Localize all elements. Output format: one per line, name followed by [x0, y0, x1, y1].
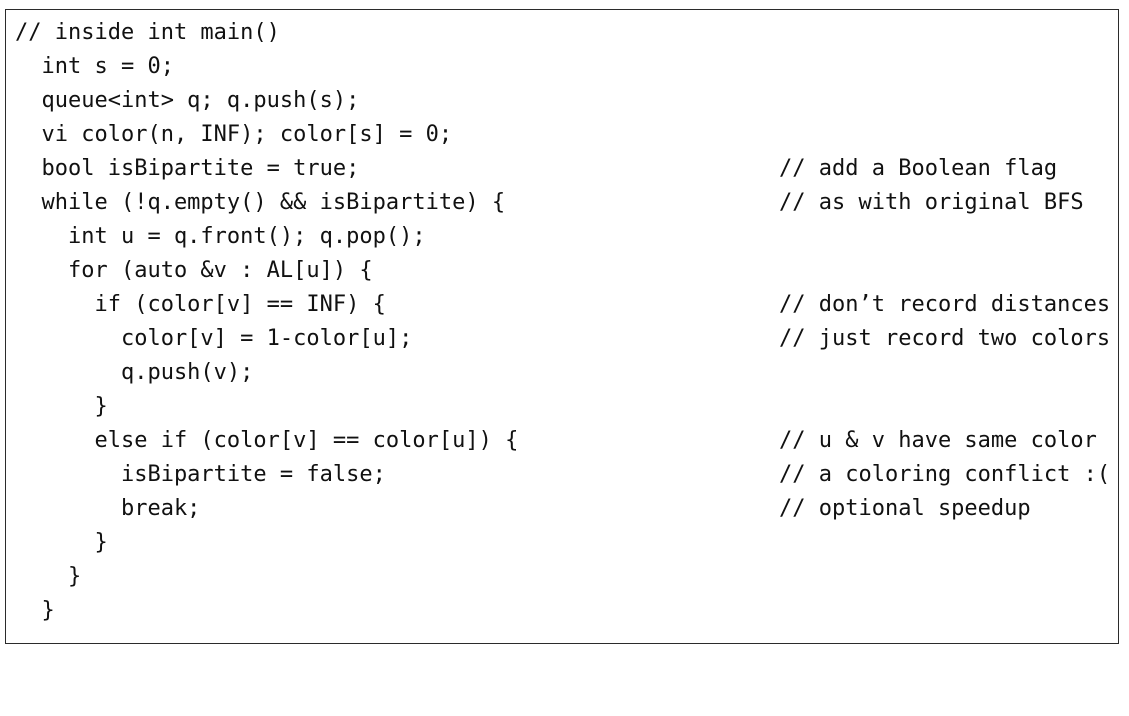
- code-comment: // add a Boolean flag: [779, 156, 1058, 181]
- code-line: }: [6, 528, 1118, 558]
- code-line: break; // optional speedup: [6, 494, 1118, 524]
- code-line: isBipartite = false; // a coloring confl…: [6, 460, 1118, 490]
- code-comment: // optional speedup: [779, 496, 1031, 521]
- code-text: else if (color[v] == color[u]) {: [15, 428, 519, 453]
- code-line: q.push(v);: [6, 358, 1118, 388]
- code-line: int u = q.front(); q.pop();: [6, 222, 1118, 252]
- code-text: queue<int> q; q.push(s);: [15, 88, 360, 113]
- code-line: color[v] = 1-color[u]; // just record tw…: [6, 324, 1118, 354]
- code-comment: // as with original BFS: [779, 190, 1084, 215]
- code-listing: // inside int main() int s = 0; queue<in…: [5, 9, 1119, 644]
- code-text: }: [15, 394, 108, 419]
- code-comment: // just record two colors: [779, 326, 1111, 351]
- code-line: }: [6, 562, 1118, 592]
- code-text: isBipartite = false;: [15, 462, 386, 487]
- code-text: }: [15, 598, 55, 623]
- code-line: while (!q.empty() && isBipartite) { // a…: [6, 188, 1118, 218]
- code-text: color[v] = 1-color[u];: [15, 326, 413, 351]
- code-text: }: [15, 530, 108, 555]
- code-comment: // u & v have same color: [779, 428, 1097, 453]
- code-line: for (auto &v : AL[u]) {: [6, 256, 1118, 286]
- code-text: // inside int main(): [15, 20, 280, 45]
- code-comment: // don’t record distances: [779, 292, 1111, 317]
- code-text: int s = 0;: [15, 54, 174, 79]
- code-line: }: [6, 392, 1118, 422]
- code-text: break;: [15, 496, 201, 521]
- code-line: bool isBipartite = true; // add a Boolea…: [6, 154, 1118, 184]
- code-text: int u = q.front(); q.pop();: [15, 224, 426, 249]
- code-text: for (auto &v : AL[u]) {: [15, 258, 373, 283]
- code-text: if (color[v] == INF) {: [15, 292, 386, 317]
- code-line: else if (color[v] == color[u]) { // u & …: [6, 426, 1118, 456]
- code-text: while (!q.empty() && isBipartite) {: [15, 190, 506, 215]
- code-text: bool isBipartite = true;: [15, 156, 360, 181]
- code-line: queue<int> q; q.push(s);: [6, 86, 1118, 116]
- code-text: vi color(n, INF); color[s] = 0;: [15, 122, 453, 147]
- code-text: }: [15, 564, 82, 589]
- code-line: // inside int main(): [6, 18, 1118, 48]
- code-line: }: [6, 596, 1118, 626]
- code-text: q.push(v);: [15, 360, 254, 385]
- code-line: if (color[v] == INF) { // don’t record d…: [6, 290, 1118, 320]
- code-comment: // a coloring conflict :(: [779, 462, 1111, 487]
- code-line: int s = 0;: [6, 52, 1118, 82]
- code-line: vi color(n, INF); color[s] = 0;: [6, 120, 1118, 150]
